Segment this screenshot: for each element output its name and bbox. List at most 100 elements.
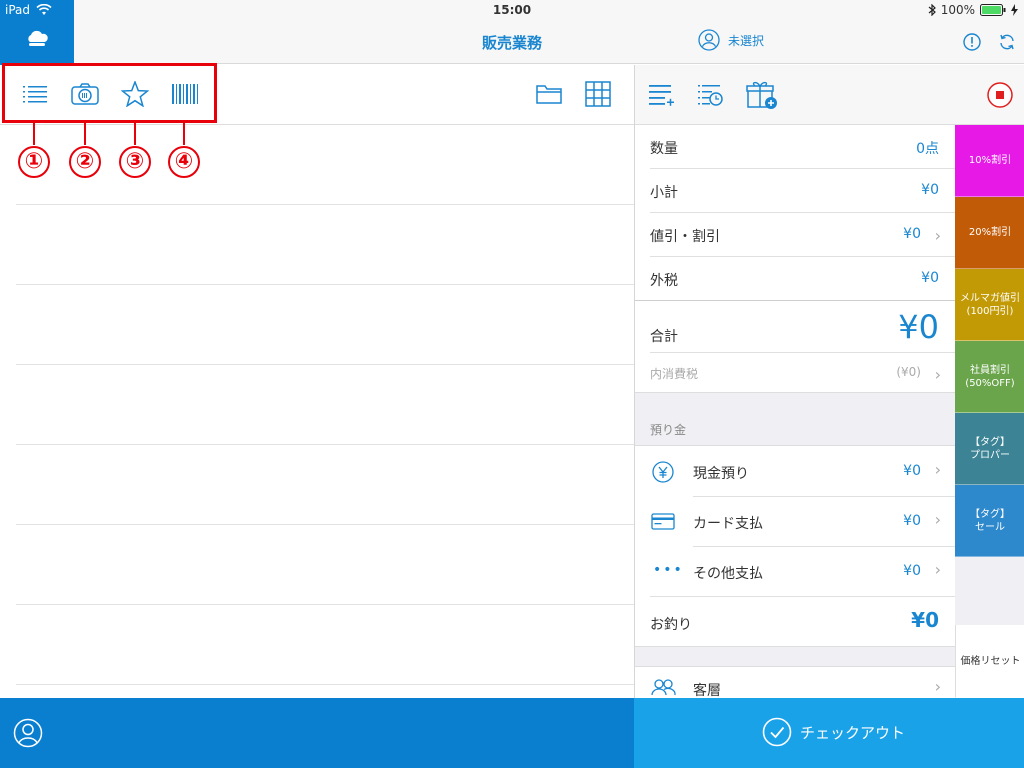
- status-time: 15:00: [492, 3, 532, 17]
- chevron-right-icon: ›: [934, 460, 941, 479]
- totals-summary: 数量 0点 小計 ¥0 値引・割引 ¥0 › 外税 ¥0 合計 ¥0 内消費税 …: [635, 125, 955, 698]
- callout-2: ②: [69, 146, 101, 178]
- checkout-label: チェックアウト: [800, 723, 906, 742]
- card-row[interactable]: カード支払 ¥0 ›: [635, 497, 955, 546]
- card-value: ¥0: [903, 513, 921, 529]
- other-payment-row[interactable]: ••• その他支払 ¥0 ›: [635, 547, 955, 596]
- change-label: お釣り: [650, 617, 692, 633]
- status-bar: iPad 15:00 100%: [0, 0, 1024, 20]
- chevron-right-icon: ›: [934, 677, 941, 696]
- list-divider: [16, 684, 634, 685]
- refresh-icon[interactable]: [998, 33, 1016, 51]
- chevron-right-icon: ›: [934, 365, 941, 384]
- stop-icon[interactable]: [987, 82, 1013, 108]
- cash-row[interactable]: 現金預り ¥0 ›: [635, 447, 955, 496]
- customer-selector[interactable]: 未選択: [698, 29, 764, 51]
- quick-button-label: 10%割引: [968, 155, 1012, 166]
- nav-bar: 販売業務 未選択: [0, 0, 1024, 84]
- battery-percent: 100%: [940, 3, 975, 17]
- inner-tax-row[interactable]: 内消費税 (¥0) ›: [635, 365, 955, 385]
- checkout-content: チェックアウト: [762, 717, 905, 747]
- discount-label: 値引・割引: [650, 229, 720, 245]
- quick-button-sublabel: セール: [975, 521, 1005, 533]
- quantity-row: 数量 0点: [635, 138, 955, 158]
- customer-segment-row[interactable]: 客層 ›: [635, 668, 955, 698]
- divider: [650, 212, 955, 213]
- subtotal-row: 小計 ¥0: [635, 182, 955, 202]
- change-row: お釣り ¥0: [635, 597, 955, 645]
- callout-4: ④: [168, 146, 200, 178]
- quick-button-2[interactable]: 20%割引: [955, 197, 1024, 269]
- quick-button-label: 【タグ】: [970, 436, 1010, 448]
- battery-icon: [980, 4, 1006, 16]
- quick-button-1[interactable]: 10%割引: [955, 125, 1024, 197]
- divider: [650, 168, 955, 169]
- discount-row[interactable]: 値引・割引 ¥0 ›: [635, 226, 955, 246]
- user-circle-icon: [698, 29, 720, 51]
- callout-line: [183, 123, 185, 145]
- callout-3: ③: [119, 146, 151, 178]
- staff-icon[interactable]: [13, 718, 43, 748]
- quick-button-5[interactable]: 【タグ】 プロパー: [955, 413, 1024, 485]
- other-label: その他支払: [693, 566, 763, 582]
- yen-coin-icon: [652, 461, 674, 483]
- quick-button-label: メルマガ値引: [960, 292, 1020, 304]
- quick-button-4[interactable]: 社員割引 (50%OFF): [955, 341, 1024, 413]
- discount-value: ¥0: [903, 226, 921, 242]
- chevron-right-icon: ›: [934, 510, 941, 529]
- add-list-icon[interactable]: [648, 83, 674, 107]
- section-gap: [635, 646, 955, 667]
- cash-label: 現金預り: [693, 466, 749, 482]
- subtotal-value: ¥0: [921, 182, 939, 198]
- total-label: 合計: [650, 329, 678, 345]
- subtotal-label: 小計: [650, 185, 678, 201]
- deposit-header-band: 預り金: [635, 392, 955, 446]
- quick-discount-buttons: 10%割引 20%割引 メルマガ値引 (100円引) 社員割引 (50%OFF) 【タグ】プ…: [955, 125, 1024, 698]
- list-divider: [16, 204, 634, 205]
- list-divider: [16, 284, 634, 285]
- divider: [635, 300, 955, 301]
- gift-add-icon[interactable]: [746, 80, 778, 110]
- charging-icon: [1011, 4, 1018, 16]
- inner-tax-value: (¥0): [896, 365, 921, 379]
- quick-button-label: 社員割引: [970, 364, 1010, 376]
- tax-value: ¥0: [921, 270, 939, 286]
- device-label: iPad: [5, 3, 31, 17]
- quick-button-label: 【タグ】: [970, 508, 1010, 520]
- tax-row: 外税 ¥0: [635, 270, 955, 290]
- deposit-header: 預り金: [650, 423, 687, 437]
- checkout-button[interactable]: チェックアウト: [634, 698, 1024, 768]
- quick-button-sublabel: (100円引): [966, 305, 1014, 317]
- folder-icon[interactable]: [536, 83, 562, 105]
- list-divider: [16, 604, 634, 605]
- callout-line: [33, 123, 35, 145]
- customer-label: 未選択: [728, 33, 765, 48]
- other-value: ¥0: [903, 563, 921, 579]
- callout-line: [134, 123, 136, 145]
- price-reset-button[interactable]: 価格リセット: [955, 625, 1024, 698]
- change-value: ¥0: [911, 608, 939, 632]
- total-value: ¥0: [898, 308, 939, 346]
- callout-line: [84, 123, 86, 145]
- quick-button-label: 20%割引: [968, 227, 1012, 238]
- people-icon: [651, 678, 677, 696]
- credit-card-icon: [651, 513, 675, 530]
- checkmark-circle-icon: [762, 717, 792, 747]
- quick-button-3[interactable]: メルマガ値引 (100円引): [955, 269, 1024, 341]
- quantity-label: 数量: [650, 141, 678, 157]
- alert-icon[interactable]: [963, 33, 981, 51]
- history-icon[interactable]: [697, 82, 723, 108]
- grid-icon[interactable]: [585, 81, 611, 107]
- quick-button-6[interactable]: 【タグ】 セール: [955, 485, 1024, 557]
- quantity-value: 0点: [916, 141, 939, 157]
- toolbar-highlight-box: [2, 63, 217, 123]
- inner-tax-label: 内消費税: [650, 367, 699, 381]
- page-title: 販売業務: [481, 34, 542, 52]
- quick-button-sublabel: (50%OFF): [965, 377, 1015, 389]
- cash-value: ¥0: [903, 463, 921, 479]
- callout-1: ①: [18, 146, 50, 178]
- price-reset-label: 価格リセット: [960, 655, 1021, 667]
- footer-staff-bar: [0, 698, 634, 768]
- chevron-right-icon: ›: [934, 226, 941, 245]
- card-label: カード支払: [693, 516, 763, 532]
